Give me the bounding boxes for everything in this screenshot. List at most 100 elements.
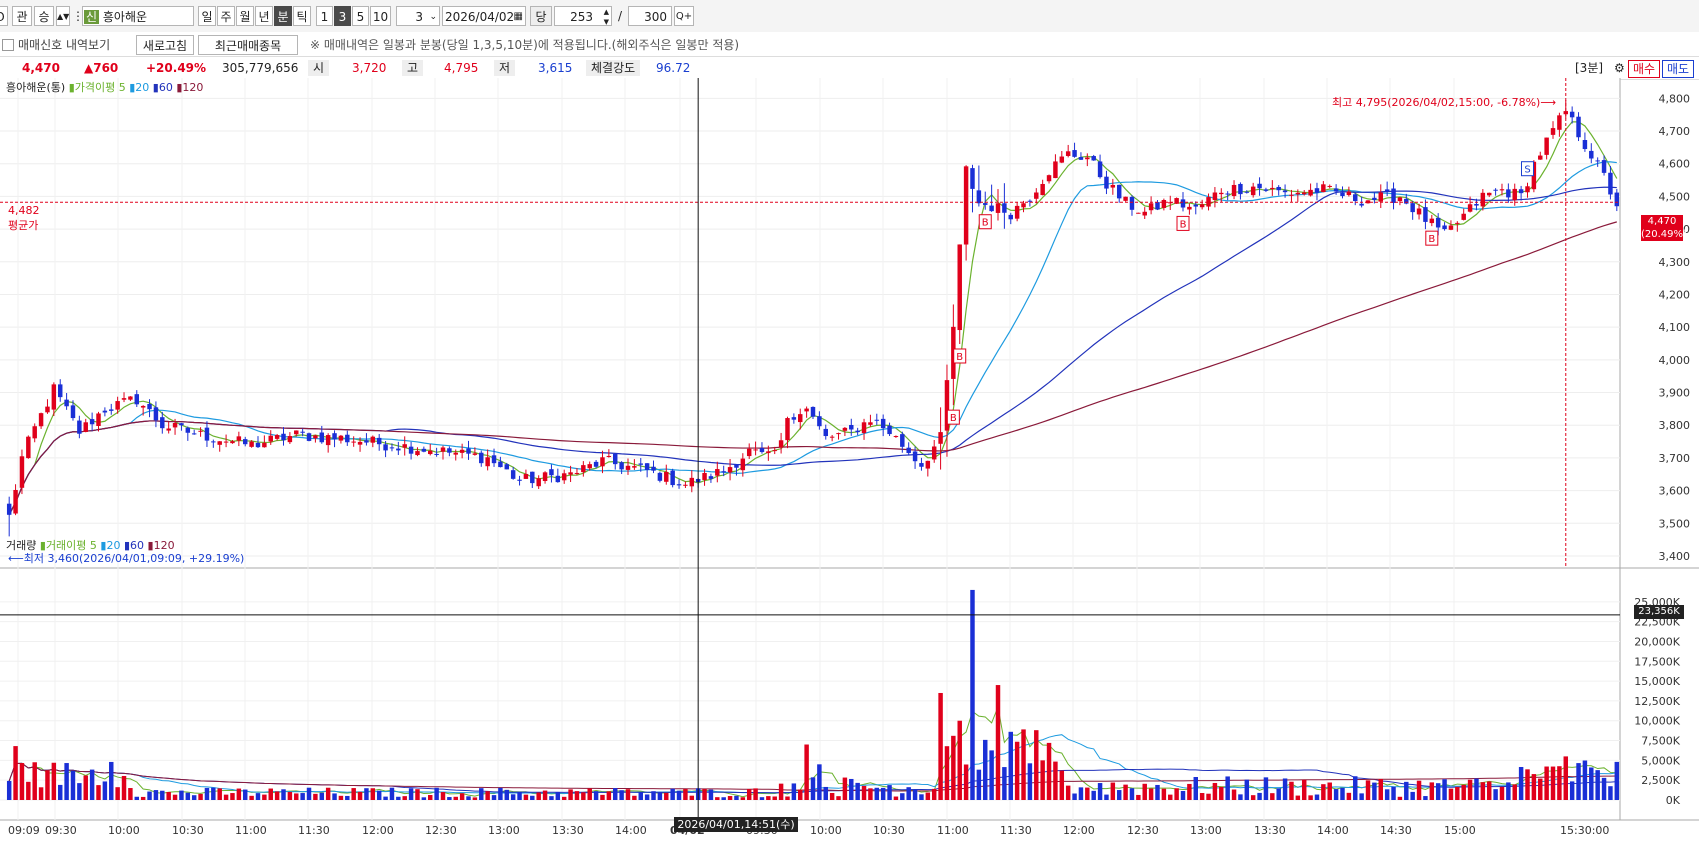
period-button-2[interactable]: 월 — [236, 6, 254, 26]
candle-body — [708, 476, 714, 479]
menu-icon[interactable]: O — [0, 6, 8, 26]
time-tick-label: 14:00 — [615, 824, 647, 837]
period-button-1[interactable]: 주 — [217, 6, 235, 26]
candle-body — [600, 457, 605, 467]
calendar-icon[interactable]: ▦ — [514, 7, 523, 27]
volume-tick-label: 5,000K — [1641, 754, 1680, 767]
date-input[interactable]: 2026/04/02 ▦ — [442, 6, 526, 26]
volume-bar — [421, 797, 427, 800]
time-tick-label: 14:00 — [1317, 824, 1349, 837]
minute-button-3[interactable]: 3 — [334, 6, 351, 26]
volume-bar — [1072, 793, 1077, 800]
candle-body — [1550, 128, 1556, 135]
volume-bar — [1136, 794, 1141, 800]
period-button-4[interactable]: 분 — [274, 6, 292, 26]
volume-bar — [166, 792, 171, 800]
volume-bar — [306, 787, 312, 800]
time-tick-label: 09:09 — [8, 824, 40, 837]
interval-value: 3 — [415, 10, 423, 24]
buy-button[interactable]: 매수 — [1628, 60, 1660, 78]
candle-body — [236, 436, 242, 441]
volume-bar — [1295, 795, 1301, 800]
minute-button-5[interactable]: 5 — [352, 6, 369, 26]
volume-bar — [970, 589, 975, 800]
candle-body — [300, 431, 305, 433]
candle-body — [644, 463, 650, 471]
candle-body — [753, 449, 758, 451]
volume-bar — [823, 786, 828, 800]
signal-marker-B: B — [956, 352, 963, 363]
refresh-button[interactable]: 새로고침 — [136, 35, 194, 55]
updown-stepper-icon[interactable]: ▲▼ — [56, 6, 70, 26]
volume-bar — [555, 792, 561, 800]
volume-bar — [485, 791, 490, 800]
signal-checkbox[interactable] — [2, 35, 14, 55]
candle-body — [849, 425, 854, 430]
volume-bar — [791, 783, 797, 800]
volume-bar — [255, 793, 261, 800]
candle-body — [1308, 189, 1313, 196]
minute-button-1[interactable]: 1 — [316, 6, 333, 26]
volume-bar — [70, 770, 76, 800]
dang-button[interactable]: 당 — [530, 6, 552, 26]
current-price: 4,470 — [22, 61, 60, 75]
volume-tick-label: 17,500K — [1634, 655, 1680, 668]
candle-body — [1053, 161, 1058, 179]
volume-bar — [561, 796, 567, 800]
gear-icon[interactable]: ⚙ — [1614, 60, 1625, 76]
period-button-5[interactable]: 틱 — [293, 6, 311, 26]
seung-button[interactable]: 승 — [34, 6, 54, 26]
price-legend-ma120: ▮120 — [176, 81, 204, 94]
gwan-button[interactable]: 관 — [12, 6, 32, 26]
candle-body — [983, 203, 988, 205]
candle-body — [791, 417, 797, 420]
zoom-in-icon[interactable]: Q+ — [674, 6, 694, 26]
period-button-0[interactable]: 일 — [198, 6, 216, 26]
candle-body — [919, 463, 924, 467]
candle-body — [510, 470, 516, 479]
candle-body — [109, 409, 114, 411]
volume-bar — [1308, 795, 1313, 800]
volume-bar — [1448, 788, 1454, 800]
candle-body — [664, 471, 669, 482]
candle-body — [1346, 191, 1352, 196]
signal-marker-B: B — [982, 218, 989, 229]
volume-bar — [447, 797, 452, 800]
volume-bar — [1104, 794, 1109, 800]
volume-total: 305,779,656 — [222, 61, 299, 75]
volume-tick-label: 20,000K — [1634, 635, 1680, 648]
volume-bar — [109, 761, 114, 800]
volume-bar — [931, 788, 937, 800]
candle-body — [115, 401, 120, 410]
stock-search-input[interactable]: 신 흥아해운 — [82, 6, 194, 26]
chart-area[interactable]: 3,400 3,500 3,600 3,700 3,800 3,900 4,000 4,100… — [0, 78, 1699, 852]
count-input[interactable]: 253 ▲ ▼ — [554, 6, 612, 26]
recent-stocks-button[interactable]: 최근매매종목 — [198, 35, 298, 55]
candle-body — [1480, 192, 1486, 207]
volume-bar — [804, 744, 809, 800]
volume-bar — [191, 795, 197, 800]
interval-select[interactable]: 3 ⌄ — [396, 6, 440, 26]
candle-body — [1608, 172, 1613, 195]
max-input[interactable]: 300 — [628, 6, 672, 26]
minute-button-10[interactable]: 10 — [370, 6, 391, 26]
candle-body — [925, 460, 931, 469]
volume-bar — [185, 792, 191, 800]
volume-bar — [772, 796, 777, 800]
candle-body — [1091, 156, 1096, 161]
time-tick-label: 15:30:00 — [1560, 824, 1609, 837]
count-stepper-icon[interactable]: ▲ ▼ — [604, 7, 609, 27]
volume-bar — [670, 788, 675, 800]
volume-bar — [625, 789, 631, 800]
volume-bar — [1110, 782, 1116, 800]
period-button-3[interactable]: 년 — [255, 6, 273, 26]
more-icon: ⋮ — [72, 9, 84, 23]
volume-bar — [1557, 766, 1562, 800]
candle-body — [1097, 161, 1103, 178]
candle-body — [217, 441, 222, 445]
candle-body — [1065, 151, 1071, 156]
candle-body — [1199, 204, 1205, 208]
price-tick-label: 4,200 — [1659, 288, 1691, 301]
sell-button[interactable]: 매도 — [1662, 60, 1694, 78]
volume-bar — [204, 787, 210, 800]
